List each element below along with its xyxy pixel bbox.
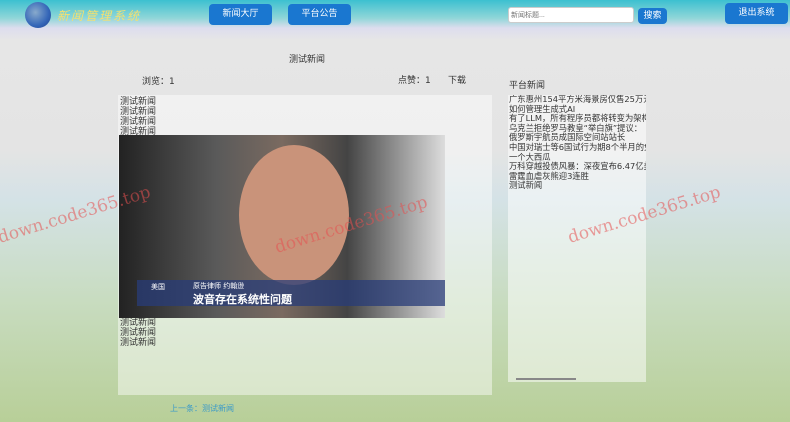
body-line: 测试新闻	[120, 117, 157, 127]
caption-text: 波音存在系统性问题	[193, 293, 292, 306]
logout-button[interactable]: 退出系统	[725, 3, 788, 24]
search-input[interactable]	[508, 7, 634, 23]
like-button[interactable]: 点赞：1	[398, 73, 431, 86]
search-button[interactable]: 搜索	[638, 8, 667, 24]
body-bottom: 测试新闻 测试新闻 测试新闻	[120, 318, 156, 348]
caption-tag: 美国	[151, 283, 165, 291]
nav-news-hall[interactable]: 新闻大厅	[209, 4, 272, 25]
body-top: 测试新闻 测试新闻 测试新闻 测试新闻	[120, 97, 156, 137]
download-link[interactable]: 下载	[448, 73, 466, 86]
article-title: 测试新闻	[289, 55, 326, 65]
body-line: 测试新闻	[120, 97, 157, 107]
header: 新闻管理系统 新闻大厅 平台公告 搜索 退出系统	[0, 0, 790, 28]
view-count: 浏览：1	[142, 77, 175, 87]
site-title: 新闻管理系统	[57, 9, 142, 23]
nav-announcements[interactable]: 平台公告	[288, 4, 351, 25]
news-link[interactable]: 测试新闻	[509, 181, 645, 191]
body-line: 测试新闻	[120, 107, 157, 117]
video-caption-bar: 美国 原告律师 约翰逊 波音存在系统性问题	[137, 280, 445, 306]
body-line: 测试新闻	[120, 328, 157, 338]
caption-sub: 原告律师 约翰逊	[193, 282, 245, 290]
sidebar-title: 平台新闻	[509, 81, 546, 91]
body-line: 测试新闻	[120, 338, 157, 348]
prev-article-link[interactable]: 上一条：测试新闻	[170, 403, 234, 414]
video-frame-person	[239, 145, 349, 285]
horizontal-scrollbar[interactable]	[516, 378, 576, 380]
news-video[interactable]: 美国 原告律师 约翰逊 波音存在系统性问题	[119, 135, 445, 318]
globe-logo-icon	[25, 2, 51, 28]
body-line: 测试新闻	[120, 318, 157, 328]
